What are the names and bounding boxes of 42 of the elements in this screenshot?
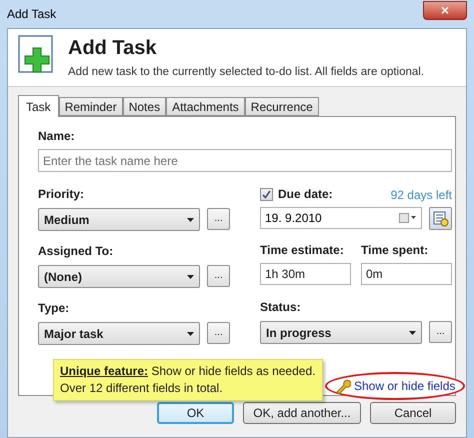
more-button[interactable]: ... <box>207 265 230 287</box>
tab[interactable]: Task <box>18 95 59 117</box>
dialog-button[interactable]: OK, add another... <box>243 402 361 424</box>
time-field[interactable]: 0m <box>361 263 452 285</box>
caret-icon <box>187 218 194 222</box>
show-hide-fields-link[interactable]: Show or hide fields <box>325 372 466 400</box>
more-button[interactable]: ... <box>207 322 230 344</box>
days-left-text: 92 days left <box>390 186 452 204</box>
field-label: Due date: <box>278 187 333 202</box>
due-date-checkbox[interactable] <box>260 188 273 201</box>
name-field[interactable]: Enter the task name here <box>38 149 452 172</box>
wrench-icon <box>335 378 351 394</box>
dropdown[interactable]: Major task <box>38 322 200 345</box>
header-description: Add new task to the currently selected to-do list. All fields are optional. <box>68 65 424 80</box>
dropdown[interactable]: Medium <box>38 208 200 231</box>
tab[interactable]: Notes <box>122 97 166 116</box>
calendar-dropdown-icon <box>399 213 417 223</box>
feature-note: Unique feature: Show or hide fields as needed. Over 12 different fields in total. <box>53 359 323 401</box>
caret-icon <box>409 330 416 334</box>
caret-icon <box>187 274 194 278</box>
dropdown[interactable]: In progress <box>260 321 422 344</box>
field-label: Assigned To: <box>38 244 114 259</box>
dialog-button[interactable]: OK <box>157 402 234 424</box>
field-label: Status: <box>260 300 302 315</box>
dialog-button[interactable]: Cancel <box>370 402 456 424</box>
header-title: Add Task <box>68 36 158 61</box>
tab[interactable]: Reminder <box>58 97 123 116</box>
date-field[interactable]: 19. 9.2010 <box>260 207 422 229</box>
field-label: Time estimate: <box>260 243 345 258</box>
dropdown[interactable]: (None) <box>38 265 200 288</box>
time-field[interactable]: 1h 30m <box>260 263 351 285</box>
more-button[interactable]: ... <box>429 321 452 343</box>
tab[interactable]: Recurrence <box>244 97 319 116</box>
field-label: Priority: <box>38 187 86 202</box>
tab[interactable]: Attachments <box>166 97 245 116</box>
field-label: Time spent: <box>361 243 430 258</box>
more-button[interactable]: ... <box>207 208 230 230</box>
field-label: Name: <box>38 129 76 144</box>
caret-icon <box>187 332 194 336</box>
field-label: Type: <box>38 301 70 316</box>
window-title: Add Task <box>7 6 56 23</box>
calendar-button[interactable] <box>429 207 452 230</box>
